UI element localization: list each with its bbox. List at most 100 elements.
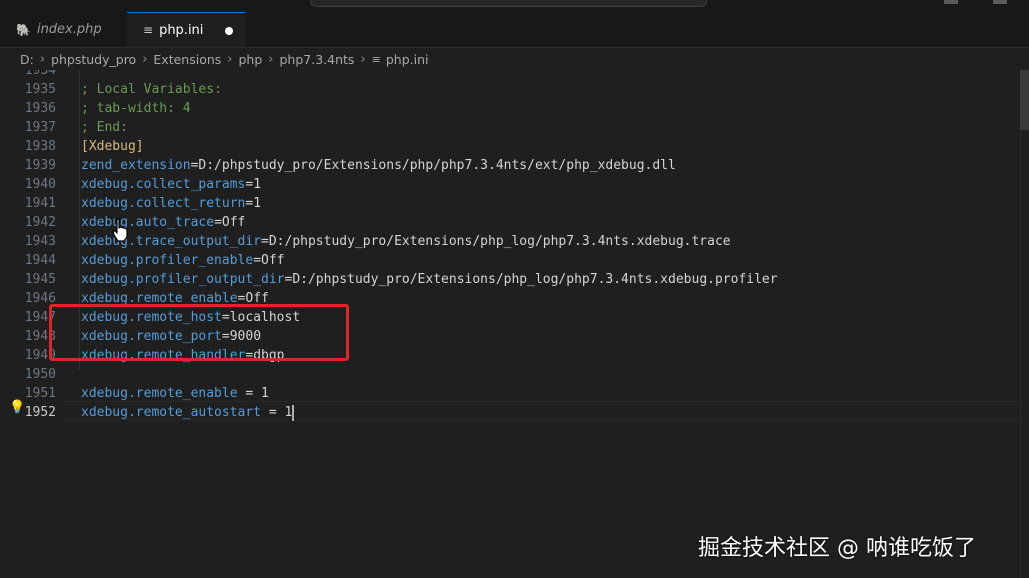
chevron-right-icon: ›: [268, 51, 274, 67]
code-token: D:/phpstudy_pro/Extensions/php/php7.3.4n…: [198, 158, 676, 173]
window-control[interactable]: [993, 0, 1007, 4]
code-text: [Xdebug]: [81, 137, 144, 156]
line-number: 1938: [24, 139, 56, 154]
code-token: =: [261, 234, 269, 249]
code-token: 1: [253, 196, 262, 211]
code-line[interactable]: 1942 xdebug.auto_trace=Off: [0, 213, 1000, 232]
line-number: 1952: [24, 405, 56, 420]
code-token: ; tab-width: 4: [81, 101, 191, 116]
code-token: xdebug.remote_autostart: [81, 405, 262, 420]
line-number: 1934: [24, 70, 56, 78]
code-text: ; Local Variables:: [81, 80, 222, 99]
chevron-right-icon: ›: [360, 51, 366, 67]
code-text: xdebug.profiler_enable=Off: [81, 251, 285, 270]
line-number: 1941: [24, 196, 56, 211]
line-number: 1936: [24, 101, 56, 116]
code-token: D:/phpstudy_pro/Extensions/php_log/php7.…: [268, 234, 731, 249]
command-center[interactable]: [310, 0, 707, 7]
php-elephant-icon: 🐘: [16, 22, 31, 37]
code-line[interactable]: 1941 xdebug.collect_return=1: [0, 194, 1000, 213]
layout-control[interactable]: [944, 0, 958, 4]
chevron-right-icon: ›: [39, 51, 46, 67]
code-token: ; End:: [81, 120, 128, 135]
code-line[interactable]: 1951 xdebug.remote_enable = 1: [0, 384, 1000, 403]
line-number: 1944: [24, 253, 56, 268]
breadcrumb-item[interactable]: D:: [20, 52, 34, 67]
breadcrumb-item[interactable]: php7.3.4nts: [280, 52, 355, 67]
line-number: 1937: [24, 120, 56, 135]
code-line[interactable]: 1945 xdebug.profiler_output_dir=D:/phpstu…: [0, 270, 1000, 289]
title-bar: [0, 0, 1029, 12]
code-token: ; Local Variables:: [81, 82, 222, 97]
code-text: xdebug.profiler_output_dir=D:/phpstudy_p…: [81, 270, 778, 289]
code-token: Off: [221, 215, 246, 230]
code-text: xdebug.collect_params=1: [81, 175, 261, 194]
code-line[interactable]: 1940 xdebug.collect_params=1: [0, 175, 1000, 194]
line-number: 1942: [24, 215, 56, 230]
code-text: xdebug.auto_trace=Off: [81, 213, 245, 232]
code-text: zend_extension=D:/phpstudy_pro/Extension…: [81, 156, 676, 175]
unsaved-dot-icon[interactable]: [225, 27, 233, 35]
code-line[interactable]: 1944 xdebug.profiler_enable=Off: [0, 251, 1000, 270]
scrollbar-thumb[interactable]: [1020, 70, 1029, 130]
breadcrumb: D: › phpstudy_pro › Extensions › php › p…: [0, 48, 1029, 70]
watermark: 掘金技术社区 @ 呐谁吃饭了: [698, 536, 976, 561]
code-text: xdebug.remote_enable = 1: [81, 384, 269, 403]
file-lines-icon: ≡: [371, 52, 381, 66]
code-token: =: [261, 405, 285, 420]
tab-bar: 🐘 index.php ≡ php.ini: [0, 12, 1029, 48]
line-number: 1951: [24, 386, 56, 401]
tab-label: index.php: [36, 22, 102, 37]
code-text: ; tab-width: 4: [81, 99, 191, 118]
code-token: xdebug.profiler_enable: [81, 253, 254, 268]
file-lines-icon: ≡: [143, 23, 154, 37]
line-number: 1946: [24, 291, 56, 306]
code-token: 1: [253, 177, 262, 192]
line-number: 1950: [24, 367, 56, 382]
code-token: xdebug.remote_enable: [81, 386, 238, 401]
code-token: xdebug.auto_trace: [81, 215, 215, 230]
code-text: xdebug.collect_return=1: [81, 194, 261, 213]
line-number: 1949: [24, 348, 56, 363]
text-cursor: [292, 404, 295, 421]
chevron-right-icon: ›: [227, 51, 233, 67]
code-token: D:/phpstudy_pro/Extensions/php_log/php7.…: [292, 272, 778, 287]
vertical-scrollbar[interactable]: [1020, 70, 1029, 578]
hand-pointer-icon: [112, 218, 128, 242]
code-line[interactable]: 1952 xdebug.remote_autostart = 1: [0, 403, 1000, 422]
breadcrumb-item[interactable]: Extensions: [153, 52, 221, 67]
code-text: xdebug.remote_autostart = 1: [81, 403, 295, 422]
code-line[interactable]: 1937 ; End:: [0, 118, 1000, 137]
line-number: 1947: [24, 310, 56, 325]
code-text: xdebug.trace_output_dir=D:/phpstudy_pro/…: [81, 232, 731, 251]
code-token: =: [253, 253, 262, 268]
code-line[interactable]: 1938 [Xdebug]: [0, 137, 1000, 156]
code-line[interactable]: 1939 zend_extension=D:/phpstudy_pro/Exten…: [0, 156, 1000, 175]
breadcrumb-item[interactable]: php: [239, 52, 263, 67]
tab-php-ini[interactable]: ≡ php.ini: [127, 12, 245, 47]
line-number: 1948: [24, 329, 56, 344]
code-line[interactable]: 1934: [0, 70, 1000, 80]
code-text: ; End:: [81, 118, 128, 137]
code-token: =: [214, 215, 222, 230]
code-token: Off: [261, 253, 285, 268]
code-line[interactable]: 1936 ; tab-width: 4: [0, 99, 1000, 118]
tab-label: php.ini: [159, 22, 204, 38]
code-token: xdebug.trace_output_dir: [81, 234, 262, 249]
code-token: xdebug.collect_params: [81, 177, 246, 192]
code-line[interactable]: 1935 ; Local Variables:: [0, 80, 1000, 99]
line-number: 1943: [24, 234, 56, 249]
line-number: 1939: [24, 158, 56, 173]
code-token: xdebug.profiler_output_dir: [81, 272, 285, 287]
breadcrumb-item[interactable]: php.ini: [386, 52, 429, 67]
code-line[interactable]: 1950: [0, 365, 1000, 384]
chevron-right-icon: ›: [142, 51, 148, 67]
code-token: =: [237, 386, 262, 401]
code-token: xdebug.collect_return: [81, 196, 246, 211]
line-number: 1935: [24, 82, 56, 97]
code-line[interactable]: 1943 xdebug.trace_output_dir=D:/phpstudy_…: [0, 232, 1000, 251]
breadcrumb-item[interactable]: phpstudy_pro: [51, 52, 136, 67]
tab-index-php[interactable]: 🐘 index.php: [0, 12, 127, 47]
code-token: zend_extension: [81, 158, 191, 173]
line-number: 1940: [24, 177, 56, 192]
